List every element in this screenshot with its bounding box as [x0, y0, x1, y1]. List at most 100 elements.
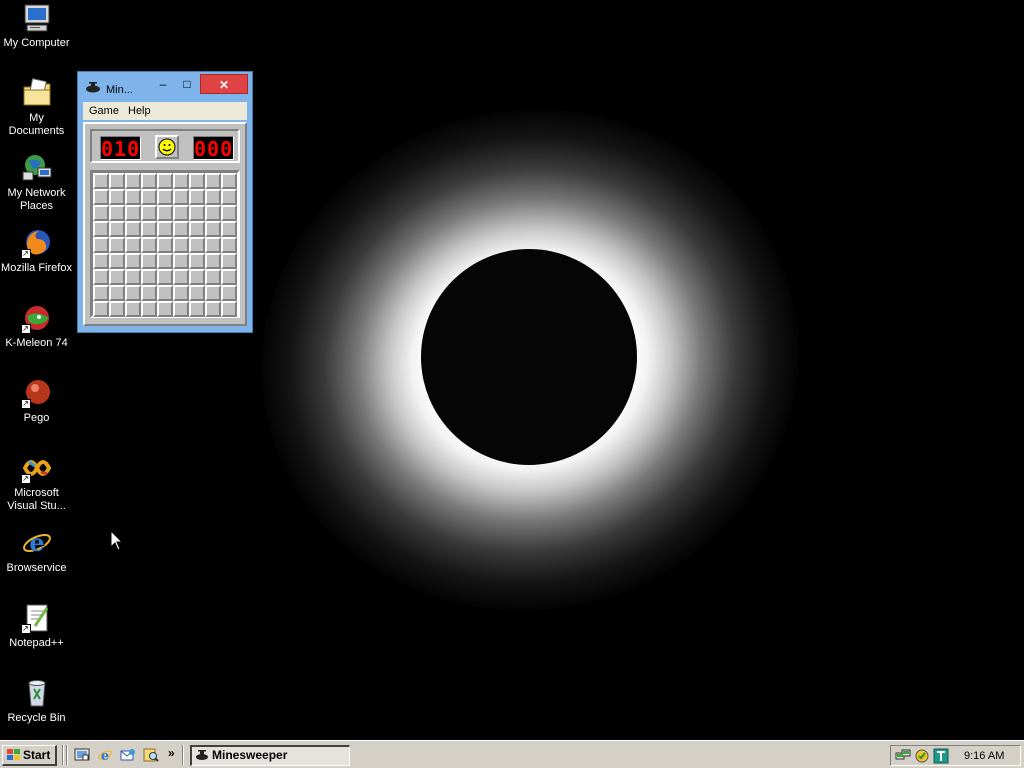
mine-cell[interactable]: [109, 237, 125, 253]
desktop-icon-my-computer[interactable]: My Computer: [0, 2, 73, 50]
mine-cell[interactable]: [173, 221, 189, 237]
desktop-icon-browservice[interactable]: e Browservice: [0, 527, 73, 575]
tray-app-icon[interactable]: [933, 748, 949, 764]
menu-game[interactable]: Game: [89, 105, 119, 117]
mine-cell[interactable]: [125, 237, 141, 253]
taskbar-button-minesweeper[interactable]: Minesweeper: [190, 745, 350, 766]
mine-cell[interactable]: [93, 269, 109, 285]
desktop-icon-recycle-bin[interactable]: Recycle Bin: [0, 677, 73, 725]
mine-cell[interactable]: [109, 301, 125, 317]
mine-cell[interactable]: [157, 269, 173, 285]
mine-cell[interactable]: [189, 189, 205, 205]
mine-cell[interactable]: [125, 173, 141, 189]
mine-cell[interactable]: [93, 189, 109, 205]
mine-cell[interactable]: [157, 285, 173, 301]
mine-cell[interactable]: [157, 173, 173, 189]
mine-cell[interactable]: [109, 173, 125, 189]
mine-cell[interactable]: [125, 221, 141, 237]
mine-cell[interactable]: [93, 253, 109, 269]
mine-cell[interactable]: [93, 205, 109, 221]
desktop-icon-my-documents[interactable]: My Documents: [0, 77, 73, 138]
mine-cell[interactable]: [141, 221, 157, 237]
window-titlebar[interactable]: Min... – □ ✕: [78, 72, 252, 100]
mine-cell[interactable]: [93, 285, 109, 301]
mine-cell[interactable]: [109, 253, 125, 269]
mine-cell[interactable]: [221, 205, 237, 221]
maximize-button[interactable]: □: [176, 74, 198, 94]
mine-cell[interactable]: [189, 205, 205, 221]
start-button[interactable]: Start: [2, 745, 57, 766]
mine-cell[interactable]: [125, 205, 141, 221]
mine-cell[interactable]: [93, 221, 109, 237]
mine-cell[interactable]: [189, 173, 205, 189]
mine-cell[interactable]: [141, 253, 157, 269]
close-button[interactable]: ✕: [200, 74, 248, 94]
search-icon[interactable]: [143, 747, 159, 763]
mine-cell[interactable]: [205, 285, 221, 301]
menu-help[interactable]: Help: [128, 105, 151, 117]
mine-cell[interactable]: [109, 221, 125, 237]
minimize-button[interactable]: –: [152, 74, 174, 94]
mine-cell[interactable]: [173, 189, 189, 205]
mine-cell[interactable]: [109, 205, 125, 221]
mine-cell[interactable]: [109, 189, 125, 205]
mine-cell[interactable]: [141, 269, 157, 285]
mine-cell[interactable]: [173, 237, 189, 253]
mine-cell[interactable]: [141, 301, 157, 317]
mine-cell[interactable]: [205, 205, 221, 221]
mine-cell[interactable]: [157, 221, 173, 237]
mine-cell[interactable]: [157, 301, 173, 317]
mine-cell[interactable]: [157, 205, 173, 221]
mine-cell[interactable]: [221, 285, 237, 301]
mine-cell[interactable]: [221, 269, 237, 285]
mine-cell[interactable]: [173, 173, 189, 189]
mine-cell[interactable]: [157, 237, 173, 253]
mine-cell[interactable]: [205, 253, 221, 269]
mine-cell[interactable]: [221, 173, 237, 189]
desktop-icon-network-places[interactable]: My Network Places: [0, 152, 73, 213]
mine-cell[interactable]: [205, 237, 221, 253]
desktop-icon-notepad-plus-plus[interactable]: ↗ Notepad++: [0, 602, 73, 650]
outlook-express-icon[interactable]: [120, 747, 136, 763]
mine-cell[interactable]: [205, 173, 221, 189]
mine-cell[interactable]: [189, 269, 205, 285]
mine-cell[interactable]: [221, 301, 237, 317]
minesweeper-window[interactable]: Min... – □ ✕ Game Help 010 000: [77, 71, 253, 333]
mine-cell[interactable]: [141, 189, 157, 205]
mine-cell[interactable]: [205, 269, 221, 285]
mine-cell[interactable]: [93, 237, 109, 253]
internet-explorer-icon[interactable]: e: [97, 747, 113, 763]
mine-cell[interactable]: [141, 237, 157, 253]
mine-cell[interactable]: [173, 285, 189, 301]
desktop-icon-firefox[interactable]: ↗ Mozilla Firefox: [0, 227, 73, 275]
clock[interactable]: 9:16 AM: [964, 750, 1004, 762]
mine-cell[interactable]: [109, 269, 125, 285]
mine-cell[interactable]: [221, 189, 237, 205]
mine-cell[interactable]: [141, 173, 157, 189]
new-game-button[interactable]: [155, 135, 179, 159]
mine-cell[interactable]: [157, 253, 173, 269]
mine-cell[interactable]: [205, 221, 221, 237]
mine-cell[interactable]: [189, 221, 205, 237]
mine-cell[interactable]: [189, 301, 205, 317]
mine-cell[interactable]: [173, 253, 189, 269]
mine-cell[interactable]: [189, 285, 205, 301]
mine-cell[interactable]: [125, 189, 141, 205]
desktop-icon-pego[interactable]: ↗ Pego: [0, 377, 73, 425]
mine-cell[interactable]: [189, 253, 205, 269]
mine-cell[interactable]: [205, 301, 221, 317]
mine-cell[interactable]: [173, 269, 189, 285]
security-icon[interactable]: [914, 748, 930, 764]
mine-cell[interactable]: [125, 301, 141, 317]
mine-cell[interactable]: [173, 301, 189, 317]
mine-cell[interactable]: [141, 205, 157, 221]
desktop-icon-k-meleon[interactable]: ↗ K-Meleon 74: [0, 302, 73, 350]
quick-launch-more-button[interactable]: »: [168, 746, 175, 760]
mine-cell[interactable]: [221, 253, 237, 269]
mine-cell[interactable]: [125, 253, 141, 269]
network-icon[interactable]: [895, 748, 911, 764]
mine-cell[interactable]: [125, 269, 141, 285]
mine-cell[interactable]: [125, 285, 141, 301]
desktop-icon-visual-studio[interactable]: ↗ Microsoft Visual Stu...: [0, 452, 73, 513]
mine-cell[interactable]: [109, 285, 125, 301]
